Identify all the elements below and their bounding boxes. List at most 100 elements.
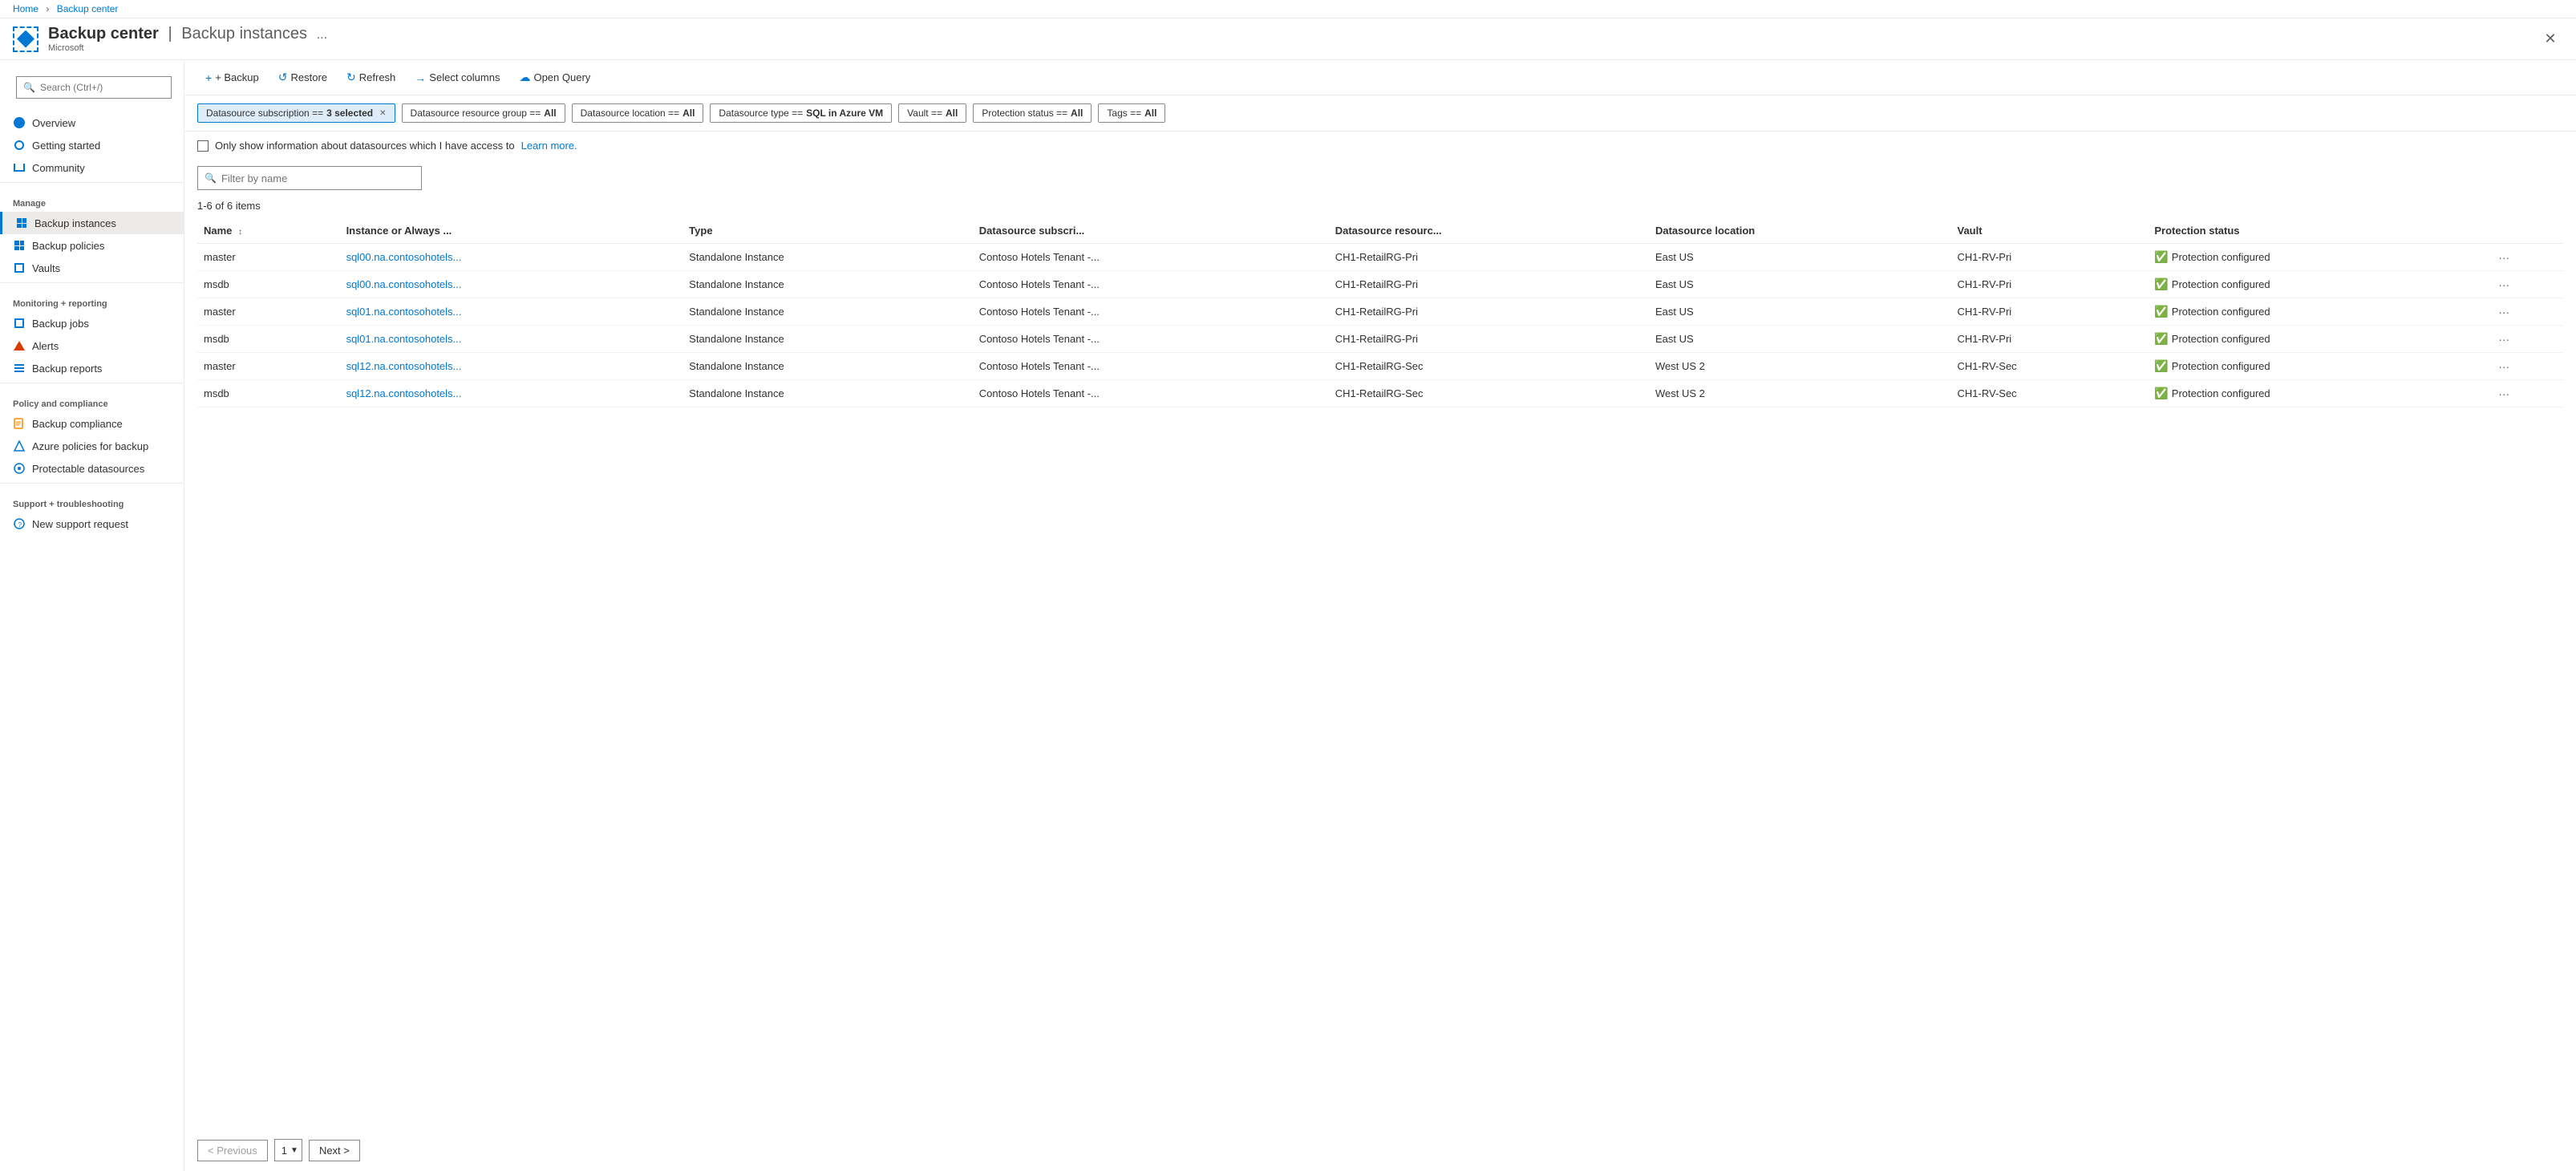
status-text-2: Protection configured — [2172, 306, 2270, 318]
access-checkbox[interactable] — [197, 140, 209, 152]
overview-icon — [13, 116, 26, 129]
filter-input-container: 🔍 — [197, 166, 422, 190]
filter-subscription-label: Datasource subscription == — [206, 107, 323, 119]
col-protection-status[interactable]: Protection status — [2148, 218, 2492, 244]
sidebar-item-azure-policies[interactable]: Azure policies for backup — [0, 435, 184, 457]
instance-link-4[interactable]: sql12.na.contosohotels... — [346, 360, 462, 372]
sidebar-item-getting-started[interactable]: Getting started — [0, 134, 184, 156]
breadcrumb-home[interactable]: Home — [13, 3, 38, 14]
sidebar-item-backup-instances[interactable]: Backup instances — [0, 212, 184, 234]
filter-vault[interactable]: Vault == All — [898, 103, 966, 123]
sidebar-item-alerts[interactable]: Alerts — [0, 334, 184, 357]
filter-vault-value: All — [946, 107, 958, 119]
breadcrumb: Home › Backup center — [0, 0, 2576, 18]
refresh-button[interactable]: ↻ Refresh — [338, 67, 403, 88]
row-actions-3[interactable]: ··· — [2498, 333, 2509, 346]
sidebar-label-protectable-datasources: Protectable datasources — [32, 463, 144, 475]
sidebar-label-backup-jobs: Backup jobs — [32, 318, 89, 330]
row-actions-1[interactable]: ··· — [2498, 278, 2509, 291]
sidebar-item-overview[interactable]: Overview — [0, 111, 184, 134]
cell-status-5: ✅ Protection configured — [2148, 380, 2492, 407]
close-button[interactable]: ✕ — [2538, 26, 2563, 52]
filter-subscription-close[interactable]: ✕ — [379, 109, 386, 118]
row-actions-4[interactable]: ··· — [2498, 360, 2509, 373]
col-vault[interactable]: Vault — [1951, 218, 2149, 244]
breadcrumb-current[interactable]: Backup center — [57, 3, 119, 14]
open-query-button[interactable]: ☁ Open Query — [511, 67, 598, 88]
instance-link-2[interactable]: sql01.na.contosohotels... — [346, 306, 462, 318]
previous-button[interactable]: < Previous — [197, 1140, 268, 1161]
cell-location-4: West US 2 — [1649, 353, 1951, 380]
col-resource-group[interactable]: Datasource resourc... — [1329, 218, 1649, 244]
cell-rg-1: CH1-RetailRG-Pri — [1329, 271, 1649, 298]
filter-input-row: 🔍 — [184, 160, 2576, 197]
row-actions-5[interactable]: ··· — [2498, 387, 2509, 400]
instance-link-1[interactable]: sql00.na.contosohotels... — [346, 278, 462, 290]
filter-name-input[interactable] — [221, 172, 415, 184]
cell-subscription-0: Contoso Hotels Tenant -... — [973, 244, 1329, 271]
cell-actions-3: ··· — [2492, 326, 2563, 353]
page-dropdown-icon: ▼ — [290, 1146, 298, 1155]
backup-button[interactable]: + + Backup — [197, 67, 267, 88]
select-columns-button[interactable]: → Select columns — [407, 67, 508, 88]
cell-subscription-2: Contoso Hotels Tenant -... — [973, 298, 1329, 326]
cell-type-4: Standalone Instance — [682, 353, 973, 380]
backup-reports-icon — [13, 362, 26, 375]
learn-more-link[interactable]: Learn more. — [521, 140, 577, 152]
sidebar-item-protectable-datasources[interactable]: Protectable datasources — [0, 457, 184, 480]
sidebar-label-backup-instances: Backup instances — [34, 217, 116, 229]
title-provider: Microsoft — [48, 43, 2538, 53]
filter-subscription[interactable]: Datasource subscription == 3 selected ✕ — [197, 103, 395, 123]
instance-link-5[interactable]: sql12.na.contosohotels... — [346, 387, 462, 399]
cell-rg-2: CH1-RetailRG-Pri — [1329, 298, 1649, 326]
title-subtitle: Backup instances — [181, 25, 307, 43]
open-query-icon: ☁ — [519, 71, 530, 84]
table-row: msdb sql00.na.contosohotels... Standalon… — [197, 271, 2563, 298]
cell-rg-5: CH1-RetailRG-Sec — [1329, 380, 1649, 407]
cell-instance-0: sql00.na.contosohotels... — [340, 244, 683, 271]
table-row: msdb sql12.na.contosohotels... Standalon… — [197, 380, 2563, 407]
col-subscription[interactable]: Datasource subscri... — [973, 218, 1329, 244]
filter-tags[interactable]: Tags == All — [1098, 103, 1165, 123]
next-button[interactable]: Next > — [309, 1140, 360, 1161]
sidebar-item-new-support[interactable]: ? New support request — [0, 513, 184, 535]
cell-type-0: Standalone Instance — [682, 244, 973, 271]
sidebar-label-new-support: New support request — [32, 518, 128, 530]
search-input[interactable] — [40, 82, 164, 93]
instance-link-3[interactable]: sql01.na.contosohotels... — [346, 333, 462, 345]
page-select[interactable]: 1 ▼ — [274, 1139, 302, 1161]
filter-protection-status[interactable]: Protection status == All — [973, 103, 1092, 123]
restore-button[interactable]: ↺ Restore — [270, 67, 335, 88]
filter-resource-group[interactable]: Datasource resource group == All — [402, 103, 565, 123]
filter-type[interactable]: Datasource type == SQL in Azure VM — [710, 103, 892, 123]
col-type[interactable]: Type — [682, 218, 973, 244]
filter-tags-label: Tags == — [1107, 107, 1141, 119]
sidebar-item-backup-reports[interactable]: Backup reports — [0, 357, 184, 379]
col-name[interactable]: Name ↕ — [197, 218, 340, 244]
instance-link-0[interactable]: sql00.na.contosohotels... — [346, 251, 462, 263]
cell-instance-1: sql00.na.contosohotels... — [340, 271, 683, 298]
col-instance[interactable]: Instance or Always ... — [340, 218, 683, 244]
row-actions-2[interactable]: ··· — [2498, 306, 2509, 318]
sidebar-item-vaults[interactable]: Vaults — [0, 257, 184, 279]
sidebar: 🔍 « Overview Getting started Community M… — [0, 60, 184, 1171]
filter-location[interactable]: Datasource location == All — [572, 103, 704, 123]
vaults-icon — [13, 261, 26, 274]
refresh-icon: ↻ — [346, 71, 356, 84]
backup-instances-icon — [15, 217, 28, 229]
sidebar-item-backup-policies[interactable]: Backup policies — [0, 234, 184, 257]
cell-location-2: East US — [1649, 298, 1951, 326]
restore-label: Restore — [291, 71, 328, 83]
sidebar-label-getting-started: Getting started — [32, 140, 100, 152]
col-location[interactable]: Datasource location — [1649, 218, 1951, 244]
cell-instance-3: sql01.na.contosohotels... — [340, 326, 683, 353]
title-ellipsis[interactable]: ... — [317, 28, 327, 42]
select-columns-label: Select columns — [429, 71, 500, 83]
sidebar-item-community[interactable]: Community — [0, 156, 184, 179]
row-actions-0[interactable]: ··· — [2498, 251, 2509, 264]
sidebar-item-backup-jobs[interactable]: Backup jobs — [0, 312, 184, 334]
status-ok-icon-3: ✅ — [2154, 332, 2168, 346]
sidebar-item-backup-compliance[interactable]: Backup compliance — [0, 412, 184, 435]
count-text: 1-6 of 6 items — [197, 200, 261, 212]
nav-divider-4 — [0, 483, 184, 484]
